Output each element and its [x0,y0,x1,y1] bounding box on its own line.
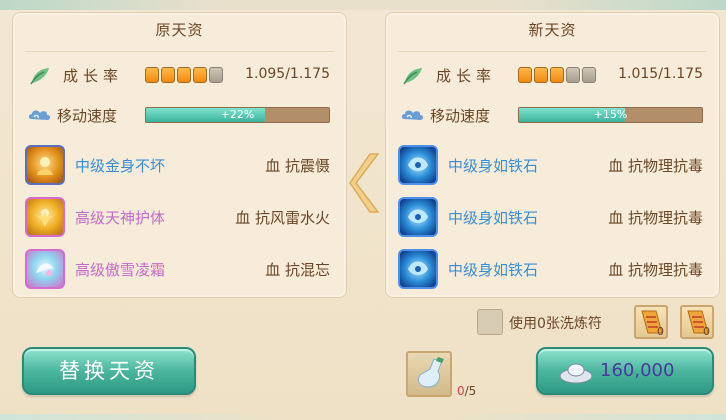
item-count: 0 [703,325,710,338]
skill-name: 高级傲雪凌霜 [75,261,166,279]
star-empty [209,67,223,83]
leaf-icon [403,68,422,85]
skill-name: 中级金身不坏 [75,157,166,175]
star-empty [582,67,596,83]
skill-attribute: 血 抗物理抗毒 [608,157,703,175]
growth-rate-label: 成长率 [63,67,124,85]
growth-star-rating [518,67,596,83]
golden-body-icon[interactable] [25,145,65,185]
top-decor-strip [0,0,726,10]
skill-row[interactable]: 中级身如铁石 血 抗物理抗毒 [398,143,709,187]
new-aptitude-panel: 新天资 成长率 1.015/1.175 移动速度 +15% 中级身如铁石 血 抗… [385,12,720,298]
growth-rate-value: 1.015/1.175 [618,66,703,82]
growth-rate-label: 成长率 [436,67,497,85]
star-empty [566,67,580,83]
bottom-decor-strip [0,414,726,420]
divine-protection-icon[interactable] [25,197,65,237]
skill-attribute: 血 抗物理抗毒 [608,261,703,279]
star-filled [534,67,548,83]
frost-icon[interactable] [25,249,65,289]
silver-ingot-icon [559,363,593,384]
confirm-cost-button[interactable]: 160,000 [536,347,714,395]
wash-talisman-slot[interactable]: 0 [634,305,668,339]
skill-row[interactable]: 高级天神护体 血 抗风雷水火 [25,195,336,239]
skill-attribute: 血 抗混忘 [265,261,330,279]
star-filled [145,67,159,83]
skill-name: 中级身如铁石 [448,209,539,227]
wash-talisman-slot[interactable]: 0 [680,305,714,339]
skill-row[interactable]: 中级身如铁石 血 抗物理抗毒 [398,247,709,291]
growth-rate-row: 成长率 1.015/1.175 [400,63,709,89]
panel-title: 原天资 [155,21,204,39]
potion-need: /5 [464,384,477,398]
star-filled [550,67,564,83]
panel-title: 新天资 [528,21,577,39]
item-count: 0 [657,325,664,338]
skill-row[interactable]: 中级身如铁石 血 抗物理抗毒 [398,195,709,239]
skill-attribute: 血 抗震慑 [265,157,330,175]
move-speed-row: 移动速度 +22% [27,103,336,127]
replace-aptitude-button[interactable]: 替换天资 [22,347,196,395]
move-speed-bonus: +22% [220,108,255,121]
iron-body-icon[interactable] [398,145,438,185]
potion-slot[interactable] [406,351,452,397]
divider [398,51,707,52]
original-aptitude-panel: 原天资 成长率 1.095/1.175 移动速度 +22% 中级金身不坏 血 抗… [12,12,347,298]
iron-body-icon[interactable] [398,197,438,237]
divider [25,51,334,52]
star-filled [177,67,191,83]
skill-name: 中级身如铁石 [448,157,539,175]
move-speed-row: 移动速度 +15% [400,103,709,127]
potion-count: 0/5 [457,384,476,398]
cloud-icon [28,110,51,120]
move-speed-bar: +22% [145,107,330,123]
skill-name: 高级天神护体 [75,209,166,227]
move-speed-bonus: +15% [593,108,628,121]
growth-rate-row: 成长率 1.095/1.175 [27,63,336,89]
leaf-icon [30,68,49,85]
skill-attribute: 血 抗物理抗毒 [608,209,703,227]
move-speed-bar: +15% [518,107,703,123]
move-speed-label: 移动速度 [430,107,491,125]
move-speed-label: 移动速度 [57,107,118,125]
growth-star-rating [145,67,223,83]
star-filled [161,67,175,83]
skill-row[interactable]: 高级傲雪凌霜 血 抗混忘 [25,247,336,291]
skill-row[interactable]: 中级金身不坏 血 抗震慑 [25,143,336,187]
use-talisman-label: 使用0张洗炼符 [509,316,602,332]
chevron-left-icon [349,153,380,213]
potion-bottle-icon [417,357,444,388]
use-talisman-checkbox[interactable] [477,309,503,335]
skill-name: 中级身如铁石 [448,261,539,279]
iron-body-icon[interactable] [398,249,438,289]
star-filled [518,67,532,83]
growth-rate-value: 1.095/1.175 [245,66,330,82]
skill-attribute: 血 抗风雷水火 [235,209,330,227]
cloud-icon [401,110,424,120]
silver-cost-value: 160,000 [600,360,675,381]
star-filled [193,67,207,83]
potion-have: 0 [457,384,465,398]
